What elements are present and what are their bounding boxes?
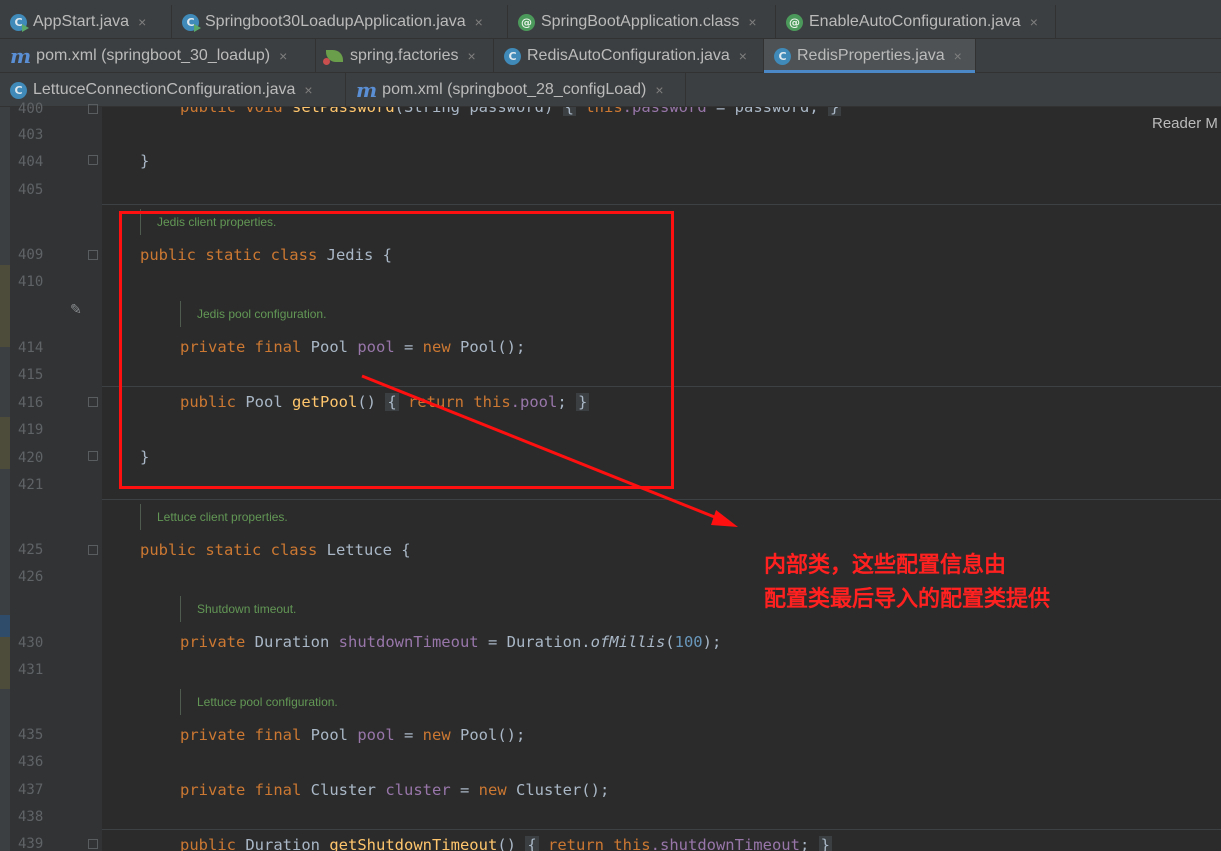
run-class-icon: C — [10, 13, 29, 32]
annotation-note-line-1: 内部类，这些配置信息由 — [764, 553, 1007, 578]
close-icon[interactable]: × — [475, 14, 483, 30]
sidebar-highlight — [0, 417, 10, 469]
class-icon: C — [774, 47, 791, 65]
tab-label: EnableAutoConfiguration.java — [809, 13, 1021, 30]
spring-leaf-icon — [323, 50, 343, 65]
close-icon[interactable]: × — [655, 82, 663, 98]
tab-label: RedisAutoConfiguration.java — [527, 47, 730, 64]
tab-label: SpringBootApplication.class — [541, 13, 740, 30]
fold-marker-icon[interactable] — [88, 104, 98, 114]
close-icon[interactable]: × — [1030, 14, 1038, 30]
sidebar-highlight — [0, 637, 10, 689]
run-class-icon: C — [182, 13, 201, 32]
tab-row-2: m pom.xml (springboot_30_loadup) × sprin… — [0, 39, 1221, 73]
line-number: 409 — [18, 247, 44, 263]
code-line-close-brace: } — [140, 152, 150, 170]
line-number: 436 — [18, 754, 44, 770]
fold-marker-icon[interactable] — [88, 397, 98, 407]
tab-pom-springboot30-loadup[interactable]: m pom.xml (springboot_30_loadup) × — [0, 39, 316, 73]
fold-marker-icon[interactable] — [88, 545, 98, 555]
line-number: 435 — [18, 727, 44, 743]
tab-label: Springboot30LoadupApplication.java — [205, 13, 466, 30]
project-panel-edge — [0, 107, 10, 851]
code-line-set-password: public void setPassword(String password)… — [180, 107, 842, 118]
fold-marker-icon[interactable] — [88, 250, 98, 260]
line-number: 410 — [18, 274, 44, 290]
method-separator — [102, 829, 1221, 830]
method-separator — [102, 204, 1221, 205]
reader-mode-button[interactable]: Reader M — [1152, 115, 1218, 132]
fold-marker-icon[interactable] — [88, 155, 98, 165]
annotation-note-line-2: 配置类最后导入的配置类提供 — [764, 587, 1051, 612]
line-number: 404 — [18, 154, 44, 170]
tab-redis-properties[interactable]: C RedisProperties.java × — [764, 39, 976, 73]
code-line-lettuce-pool-field: private final Pool pool = new Pool(); — [180, 726, 526, 744]
tab-label: spring.factories — [350, 47, 459, 64]
line-number: 421 — [18, 477, 44, 493]
class-separator — [102, 499, 1221, 500]
close-icon[interactable]: × — [279, 48, 287, 64]
class-icon: C — [10, 81, 27, 99]
line-number: 438 — [18, 809, 44, 825]
line-number: 415 — [18, 367, 44, 383]
code-line-shutdown-timeout-field: private Duration shutdownTimeout = Durat… — [180, 633, 722, 651]
tab-redis-auto-configuration[interactable]: C RedisAutoConfiguration.java × — [494, 39, 764, 73]
doc-comment: Shutdown timeout. — [180, 596, 296, 622]
tab-enable-auto-configuration[interactable]: @ EnableAutoConfiguration.java × — [776, 5, 1056, 39]
editor-tab-bar: C AppStart.java × C Springboot30LoadupAp… — [0, 0, 1221, 107]
tab-springboot30-loadup-application[interactable]: C Springboot30LoadupApplication.java × — [172, 5, 508, 39]
line-number: 437 — [18, 782, 44, 798]
tab-spring-factories[interactable]: spring.factories × — [316, 39, 494, 73]
tab-row-3: C LettuceConnectionConfiguration.java × … — [0, 73, 1221, 107]
highlight-box — [119, 211, 674, 489]
line-number: 419 — [18, 422, 44, 438]
line-number: 403 — [18, 127, 44, 143]
line-number: 431 — [18, 662, 44, 678]
maven-icon: m — [10, 44, 32, 68]
tab-springboot-application-class[interactable]: @ SpringBootApplication.class × — [508, 5, 776, 39]
line-number: 416 — [18, 395, 44, 411]
line-number: 400 — [18, 101, 44, 117]
sidebar-highlight — [0, 265, 10, 347]
line-number: 426 — [18, 569, 44, 585]
tab-pom-springboot28-config-load[interactable]: m pom.xml (springboot_28_configLoad) × — [346, 73, 686, 107]
annotation-icon: @ — [786, 13, 803, 31]
line-number: 439 — [18, 836, 44, 851]
doc-comment: Lettuce pool configuration. — [180, 689, 338, 715]
line-number: 430 — [18, 635, 44, 651]
line-number: 405 — [18, 182, 44, 198]
tab-label: RedisProperties.java — [797, 47, 945, 64]
tab-label: AppStart.java — [33, 13, 130, 30]
fold-marker-icon[interactable] — [88, 451, 98, 461]
pencil-icon[interactable]: ✎ — [70, 303, 84, 317]
line-number: 414 — [18, 340, 44, 356]
close-icon[interactable]: × — [138, 14, 146, 30]
line-number: 425 — [18, 542, 44, 558]
sidebar-selection — [0, 615, 10, 637]
fold-marker-icon[interactable] — [88, 839, 98, 849]
line-number-gutter: 400 403 404 405 409 410 414 415 416 419 … — [10, 101, 102, 851]
class-icon: C — [504, 47, 521, 65]
tab-label: pom.xml (springboot_28_configLoad) — [382, 81, 647, 98]
tab-label: pom.xml (springboot_30_loadup) — [36, 47, 271, 64]
code-line-cluster-field: private final Cluster cluster = new Clus… — [180, 781, 610, 799]
close-icon[interactable]: × — [954, 48, 962, 64]
maven-icon: m — [356, 78, 378, 102]
code-line-get-shutdown-timeout: public Duration getShutdownTimeout() { r… — [180, 834, 832, 851]
tab-label: LettuceConnectionConfiguration.java — [33, 81, 296, 98]
close-icon[interactable]: × — [739, 48, 747, 64]
tab-row-1: C AppStart.java × C Springboot30LoadupAp… — [0, 5, 1221, 39]
doc-comment: Lettuce client properties. — [140, 504, 288, 530]
code-line-lettuce-class: public static class Lettuce { — [140, 541, 411, 559]
line-number: 420 — [18, 450, 44, 466]
tab-appstart[interactable]: C AppStart.java × — [0, 5, 172, 39]
close-icon[interactable]: × — [468, 48, 476, 64]
close-icon[interactable]: × — [748, 14, 756, 30]
annotation-icon: @ — [518, 13, 535, 31]
close-icon[interactable]: × — [304, 82, 312, 98]
